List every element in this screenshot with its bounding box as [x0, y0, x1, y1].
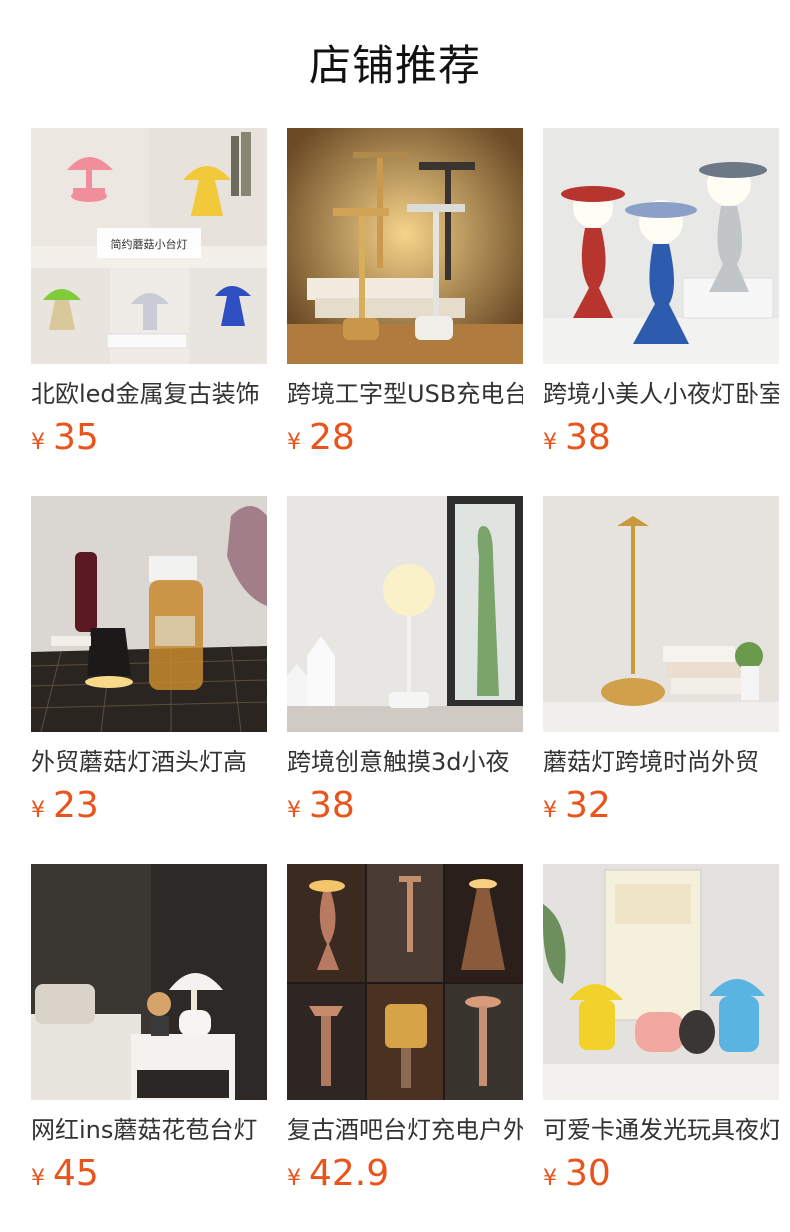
product-name[interactable]: 跨境工字型USB充电台 — [287, 378, 523, 410]
mushroom-lamp-collage-image: 简约蘑菇小台灯 — [31, 128, 267, 364]
gold-table-lamps-image — [287, 128, 523, 364]
currency-symbol: ¥ — [31, 1166, 45, 1191]
product-price: ¥30 — [543, 1152, 611, 1196]
product-card[interactable]: 跨境创意触摸3d小夜 ¥38 — [287, 496, 523, 826]
currency-symbol: ¥ — [287, 1166, 301, 1191]
currency-symbol: ¥ — [287, 430, 301, 455]
product-card[interactable]: 可爱卡通发光玩具夜灯 ¥30 — [543, 864, 779, 1194]
product-name[interactable]: 北欧led金属复古装饰 — [31, 378, 267, 410]
product-price: ¥32 — [543, 784, 611, 828]
product-image[interactable] — [287, 128, 523, 364]
product-name[interactable]: 网红ins蘑菇花苞台灯 — [31, 1114, 267, 1146]
price-value: 35 — [53, 417, 99, 458]
price-value: 32 — [565, 785, 611, 826]
product-card[interactable]: 跨境小美人小夜灯卧室 ¥38 — [543, 128, 779, 458]
currency-symbol: ¥ — [31, 430, 45, 455]
globe-touch-lamp-image — [287, 496, 523, 732]
product-price: ¥42.9 — [287, 1152, 389, 1196]
product-card[interactable]: 网红ins蘑菇花苞台灯 ¥45 — [31, 864, 267, 1194]
product-image[interactable] — [287, 864, 523, 1100]
product-image[interactable] — [31, 864, 267, 1100]
price-value: 42.9 — [309, 1153, 390, 1194]
bar-lamps-collage-image — [287, 864, 523, 1100]
bedside-mushroom-lamp-image — [31, 864, 267, 1100]
beauty-night-lights-image — [543, 128, 779, 364]
currency-symbol: ¥ — [287, 798, 301, 823]
product-image[interactable] — [543, 864, 779, 1100]
cartoon-lamps-image — [543, 864, 779, 1100]
product-image[interactable]: 简约蘑菇小台灯 — [31, 128, 267, 364]
product-image[interactable] — [31, 496, 267, 732]
page-title: 店铺推荐 — [308, 41, 481, 90]
product-card[interactable]: 跨境工字型USB充电台 ¥28 — [287, 128, 523, 458]
currency-symbol: ¥ — [543, 430, 557, 455]
product-name[interactable]: 蘑菇灯跨境时尚外贸 — [543, 746, 779, 778]
price-value: 28 — [309, 417, 355, 458]
product-name[interactable]: 复古酒吧台灯充电户外 — [287, 1114, 523, 1146]
product-image[interactable] — [543, 496, 779, 732]
product-price: ¥23 — [31, 784, 99, 828]
product-card[interactable]: 复古酒吧台灯充电户外 ¥42.9 — [287, 864, 523, 1194]
product-image[interactable] — [543, 128, 779, 364]
product-image[interactable] — [287, 496, 523, 732]
currency-symbol: ¥ — [543, 798, 557, 823]
product-name[interactable]: 跨境小美人小夜灯卧室 — [543, 378, 779, 410]
product-price: ¥35 — [31, 416, 99, 460]
gold-mushroom-lamp-image — [543, 496, 779, 732]
currency-symbol: ¥ — [31, 798, 45, 823]
price-value: 45 — [53, 1153, 99, 1194]
product-name[interactable]: 可爱卡通发光玩具夜灯 — [543, 1114, 779, 1146]
product-name[interactable]: 跨境创意触摸3d小夜 — [287, 746, 523, 778]
bottle-cap-lamp-image — [31, 496, 267, 732]
product-price: ¥28 — [287, 416, 355, 460]
product-name[interactable]: 外贸蘑菇灯酒头灯高 — [31, 746, 267, 778]
product-card[interactable]: 简约蘑菇小台灯 北欧led金属复古装饰 ¥35 — [31, 128, 267, 458]
price-value: 38 — [565, 417, 611, 458]
product-card[interactable]: 蘑菇灯跨境时尚外贸 ¥32 — [543, 496, 779, 826]
collage-badge-text: 简约蘑菇小台灯 — [111, 237, 188, 251]
product-price: ¥45 — [31, 1152, 99, 1196]
currency-symbol: ¥ — [543, 1166, 557, 1191]
price-value: 23 — [53, 785, 99, 826]
price-value: 38 — [309, 785, 355, 826]
product-price: ¥38 — [287, 784, 355, 828]
price-value: 30 — [565, 1153, 611, 1194]
product-price: ¥38 — [543, 416, 611, 460]
product-card[interactable]: 外贸蘑菇灯酒头灯高 ¥23 — [31, 496, 267, 826]
